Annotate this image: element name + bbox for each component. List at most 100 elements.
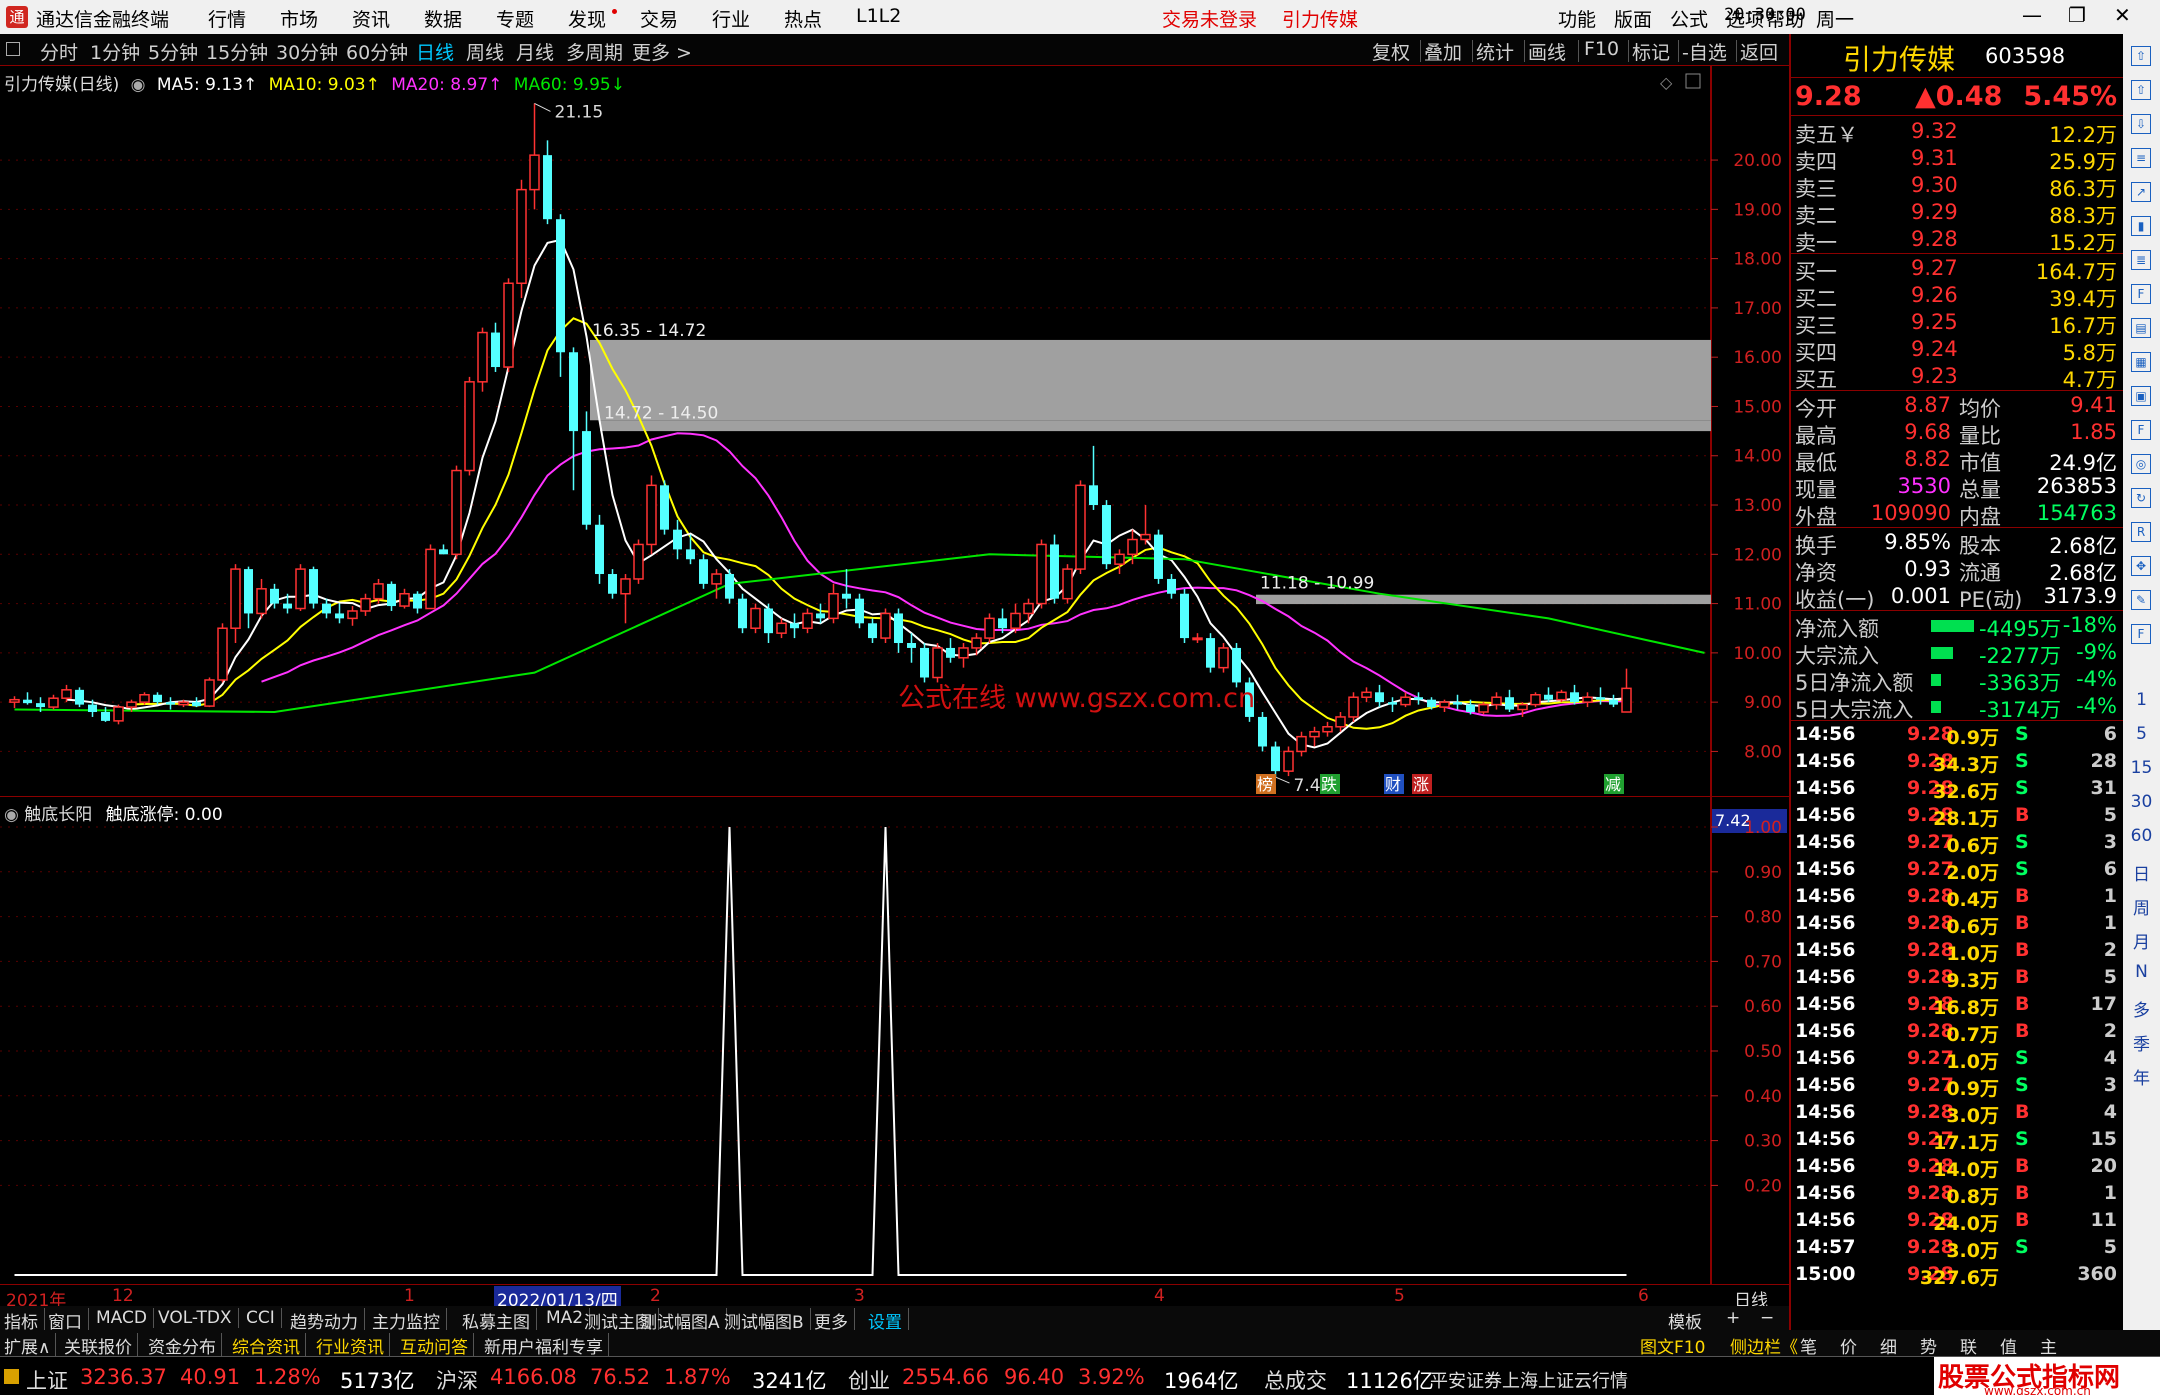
tool-biaoji[interactable]: 标记 bbox=[1632, 38, 1670, 65]
candle-up[interactable] bbox=[399, 592, 410, 607]
candle-up[interactable] bbox=[1439, 701, 1450, 708]
trade-login-alert[interactable]: 交易未登录 bbox=[1162, 5, 1257, 32]
candle-up[interactable] bbox=[1114, 553, 1125, 565]
candle-up[interactable] bbox=[1491, 696, 1502, 706]
candle-up[interactable] bbox=[1296, 735, 1307, 753]
bottom-tab[interactable]: 关联报价 bbox=[64, 1333, 138, 1358]
indicator-tab[interactable]: VOL-TDX bbox=[158, 1308, 239, 1328]
candle-up[interactable] bbox=[126, 701, 137, 708]
tool-diejia[interactable]: 叠加 bbox=[1424, 38, 1462, 65]
candle-down[interactable] bbox=[192, 702, 201, 707]
refresh-icon[interactable]: ↻ bbox=[2131, 488, 2151, 508]
candle-up[interactable] bbox=[204, 679, 215, 707]
bottom-right-tab[interactable]: 主 bbox=[2040, 1333, 2057, 1358]
candle-down[interactable] bbox=[582, 431, 591, 525]
period-shortcut[interactable]: 30 bbox=[2123, 792, 2160, 812]
tool-zixuan[interactable]: -自选 bbox=[1682, 38, 1727, 65]
candle-down[interactable] bbox=[1596, 697, 1605, 700]
bid-row[interactable]: 买一 9.27 164.7万 bbox=[1791, 255, 2123, 284]
bottom-tab[interactable]: 行业资讯 bbox=[316, 1333, 390, 1358]
candle-down[interactable] bbox=[920, 647, 929, 678]
period-5min[interactable]: 5分钟 bbox=[148, 38, 198, 65]
candle-up[interactable] bbox=[620, 578, 631, 595]
list-icon[interactable]: ≡ bbox=[2131, 148, 2151, 168]
candle-down[interactable] bbox=[1388, 702, 1397, 705]
sz-name[interactable]: 沪深 bbox=[436, 1365, 478, 1395]
candle-down[interactable] bbox=[699, 559, 708, 584]
candle-down[interactable] bbox=[153, 694, 162, 703]
period-fenshi[interactable]: 分时 bbox=[40, 38, 78, 65]
ask-row[interactable]: 卖五￥ 9.32 12.2万 bbox=[1791, 118, 2123, 147]
kline-icon[interactable]: ▮ bbox=[2131, 216, 2151, 236]
menu-shuju[interactable]: 数据 bbox=[424, 5, 462, 32]
candle-up[interactable] bbox=[256, 588, 267, 615]
candle-down[interactable] bbox=[556, 219, 565, 353]
candle-down[interactable] bbox=[309, 569, 318, 604]
candle-up[interactable] bbox=[646, 484, 657, 546]
candle-down[interactable] bbox=[1050, 544, 1059, 599]
candle-up[interactable] bbox=[828, 592, 839, 620]
tool-fanhui[interactable]: 返回 bbox=[1740, 38, 1778, 65]
indicator-tab[interactable]: CCI bbox=[246, 1308, 282, 1328]
candle-down[interactable] bbox=[283, 603, 292, 609]
candle-up[interactable] bbox=[1400, 696, 1411, 706]
period-shortcut[interactable]: N bbox=[2123, 962, 2160, 982]
period-shortcut[interactable]: 60 bbox=[2123, 826, 2160, 846]
candle-up[interactable] bbox=[932, 647, 943, 679]
candle-up[interactable] bbox=[1283, 750, 1294, 772]
candle-down[interactable] bbox=[1466, 704, 1475, 713]
candle-down[interactable] bbox=[842, 593, 851, 599]
candle-down[interactable] bbox=[725, 574, 734, 599]
candle-down[interactable] bbox=[1271, 746, 1280, 772]
candle-down[interactable] bbox=[855, 598, 864, 624]
period-shortcut[interactable]: 年 bbox=[2123, 1064, 2160, 1089]
fs-icon[interactable]: F bbox=[2131, 624, 2151, 644]
period-daily[interactable]: 日线 bbox=[416, 38, 454, 65]
candle-down[interactable] bbox=[413, 593, 422, 609]
candle-down[interactable] bbox=[998, 618, 1007, 629]
candle-down[interactable] bbox=[439, 549, 448, 555]
settings-circle-icon[interactable]: ◉ bbox=[4, 805, 19, 825]
period-shortcut[interactable]: 1 bbox=[2123, 690, 2160, 710]
candle-down[interactable] bbox=[907, 643, 916, 648]
candle-down[interactable] bbox=[1427, 699, 1436, 708]
cy-name[interactable]: 创业 bbox=[848, 1365, 890, 1395]
candle-down[interactable] bbox=[1609, 699, 1618, 705]
list-icon[interactable]: ≣ bbox=[2131, 250, 2151, 270]
candle-down[interactable] bbox=[101, 712, 110, 721]
candle-up[interactable] bbox=[880, 612, 891, 639]
period-1min[interactable]: 1分钟 bbox=[90, 38, 140, 65]
menu-zhuanti[interactable]: 专题 bbox=[496, 5, 534, 32]
candle-down[interactable] bbox=[946, 647, 955, 658]
period-more[interactable]: 更多 > bbox=[632, 38, 692, 65]
candle-up[interactable] bbox=[711, 573, 722, 585]
add-panel-button[interactable]: + bbox=[1726, 1308, 1740, 1328]
calendar-icon[interactable]: ▣ bbox=[2131, 386, 2151, 406]
sh-name[interactable]: 上证 bbox=[26, 1365, 68, 1395]
candle-down[interactable] bbox=[1570, 692, 1579, 703]
remove-panel-button[interactable]: − bbox=[1760, 1308, 1774, 1328]
menu-hangye[interactable]: 行业 bbox=[712, 5, 750, 32]
candle-down[interactable] bbox=[166, 702, 175, 705]
candle-up[interactable] bbox=[9, 698, 20, 703]
kline-chart-panel[interactable]: 20.00 19.00 18.00 17.00 16.00 15.00 14.00 13.00… bbox=[0, 66, 1789, 833]
candle-down[interactable] bbox=[660, 485, 669, 530]
candle-up[interactable] bbox=[61, 689, 72, 699]
candle-up[interactable] bbox=[48, 697, 59, 708]
bottom-right-tab[interactable]: 势 bbox=[1920, 1333, 1937, 1358]
candle-down[interactable] bbox=[75, 689, 84, 705]
candle-up[interactable] bbox=[1478, 703, 1489, 713]
candle-up[interactable] bbox=[1621, 687, 1632, 713]
menu-banmian[interactable]: 版面 bbox=[1614, 5, 1652, 32]
candle-down[interactable] bbox=[816, 613, 825, 619]
ask-row[interactable]: 卖一 9.28 15.2万 bbox=[1791, 226, 2123, 255]
bid-row[interactable]: 买四 9.24 5.8万 bbox=[1791, 336, 2123, 365]
candle-up[interactable] bbox=[1010, 612, 1021, 629]
settings-circle-icon[interactable]: ◉ bbox=[131, 75, 146, 95]
candle-up[interactable] bbox=[776, 622, 787, 634]
period-60min[interactable]: 60分钟 bbox=[346, 38, 408, 65]
bottom-right-tab[interactable]: 值 bbox=[2000, 1333, 2017, 1358]
candle-down[interactable] bbox=[595, 524, 604, 575]
bottom-tab[interactable]: 新用户福利专享 bbox=[484, 1333, 609, 1358]
candle-up[interactable] bbox=[971, 637, 982, 649]
